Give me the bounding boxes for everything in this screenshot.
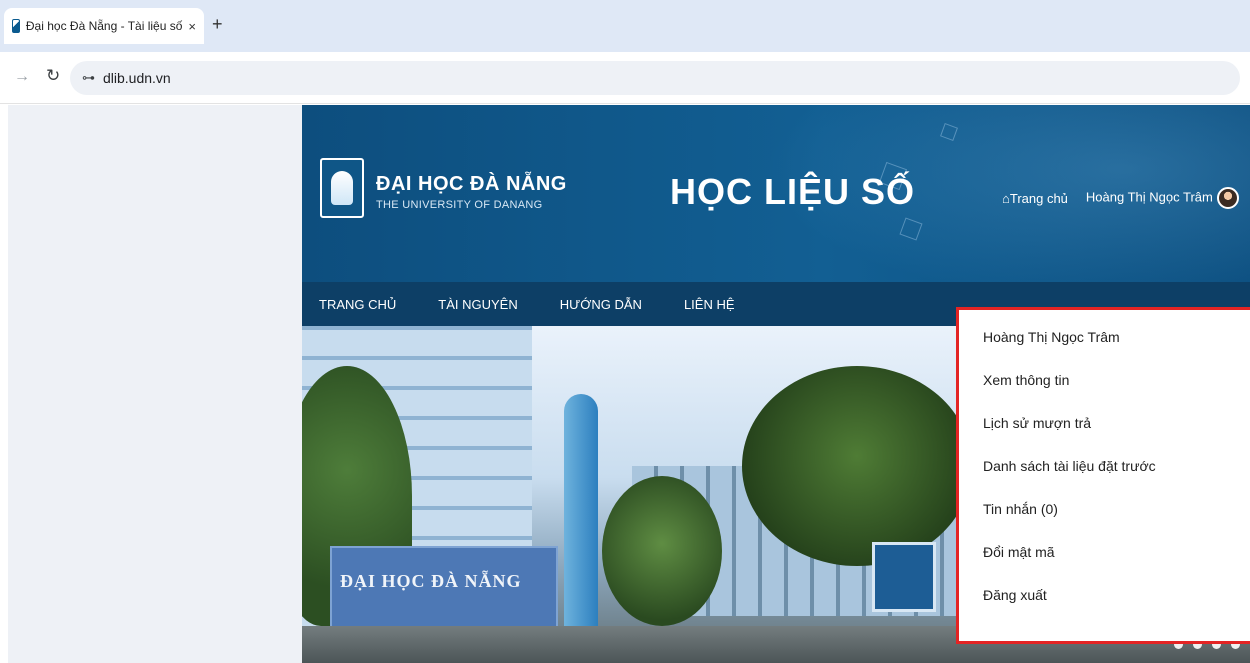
site-favicon-icon	[12, 19, 20, 33]
header-links: ⌂Trang chủ Hoàng Thị Ngọc Trâm	[1002, 187, 1239, 209]
reload-icon[interactable]: ↻	[46, 66, 60, 86]
gate-logo-block	[872, 542, 936, 612]
site-header: ĐẠI HỌC ĐÀ NẴNG THE UNIVERSITY OF DANANG…	[302, 105, 1250, 325]
user-dropdown-menu: Hoàng Thị Ngọc Trâm Xem thông tin Lịch s…	[956, 307, 1250, 644]
university-name: ĐẠI HỌC ĐÀ NẴNG	[376, 173, 567, 195]
user-name-label: Hoàng Thị Ngọc Trâm	[1085, 189, 1213, 205]
new-tab-button[interactable]: +	[212, 14, 223, 35]
tree-illustration	[742, 366, 972, 566]
nav-item-guide[interactable]: HƯỚNG DẪN	[560, 297, 642, 312]
home-link-label: Trang chủ	[1009, 190, 1068, 206]
tab-title: Đại học Đà Nẵng - Tài liệu số	[25, 19, 183, 33]
forward-icon[interactable]: →	[14, 68, 30, 86]
nav-item-resources[interactable]: TÀI NGUYÊN	[438, 297, 517, 312]
home-icon: ⌂	[1002, 190, 1010, 206]
close-tab-icon[interactable]: ×	[188, 19, 196, 34]
tree-illustration	[602, 476, 722, 626]
page-margin	[8, 105, 302, 663]
menu-item-reservations[interactable]: Danh sách tài liệu đặt trước	[959, 453, 1250, 496]
menu-item-view-profile[interactable]: Xem thông tin	[959, 367, 1250, 410]
nav-item-contact[interactable]: LIÊN HỆ	[684, 297, 735, 312]
browser-tab[interactable]: Đại học Đà Nẵng - Tài liệu số ×	[4, 8, 204, 44]
university-sign-text: ĐẠI HỌC ĐÀ NẴNG	[340, 571, 522, 591]
browser-tab-strip: Đại học Đà Nẵng - Tài liệu số × +	[0, 0, 1250, 52]
address-bar[interactable]: ⊶ dlib.udn.vn	[70, 61, 1240, 95]
university-logo-icon[interactable]	[320, 158, 364, 218]
logo-emblem	[331, 171, 353, 205]
site-info-icon[interactable]: ⊶	[82, 70, 95, 86]
university-subtitle: THE UNIVERSITY OF DANANG	[376, 199, 543, 211]
menu-item-change-password[interactable]: Đổi mật mã	[959, 539, 1250, 582]
page-viewport: ĐẠI HỌC ĐÀ NẴNG THE UNIVERSITY OF DANANG…	[0, 105, 1250, 663]
menu-item-loan-history[interactable]: Lịch sử mượn trả	[959, 410, 1250, 453]
user-menu-toggle[interactable]: Hoàng Thị Ngọc Trâm	[1086, 187, 1239, 209]
gate-arch-illustration	[564, 394, 598, 634]
menu-item-user-name[interactable]: Hoàng Thị Ngọc Trâm	[959, 324, 1250, 367]
site-title: HỌC LIỆU SỐ	[670, 171, 916, 212]
decor-square	[899, 217, 923, 241]
nav-item-home[interactable]: TRANG CHỦ	[319, 297, 396, 312]
user-avatar-icon	[1216, 187, 1239, 209]
menu-item-logout[interactable]: Đăng xuất	[959, 582, 1250, 625]
decor-square	[940, 123, 958, 141]
user-menu-list: Hoàng Thị Ngọc Trâm Xem thông tin Lịch s…	[959, 310, 1250, 625]
menu-item-messages[interactable]: Tin nhắn (0)	[959, 496, 1250, 539]
home-link[interactable]: ⌂Trang chủ	[1002, 191, 1068, 206]
browser-toolbar: → ↻ ⊶ dlib.udn.vn	[0, 52, 1250, 104]
url-text: dlib.udn.vn	[103, 70, 171, 86]
